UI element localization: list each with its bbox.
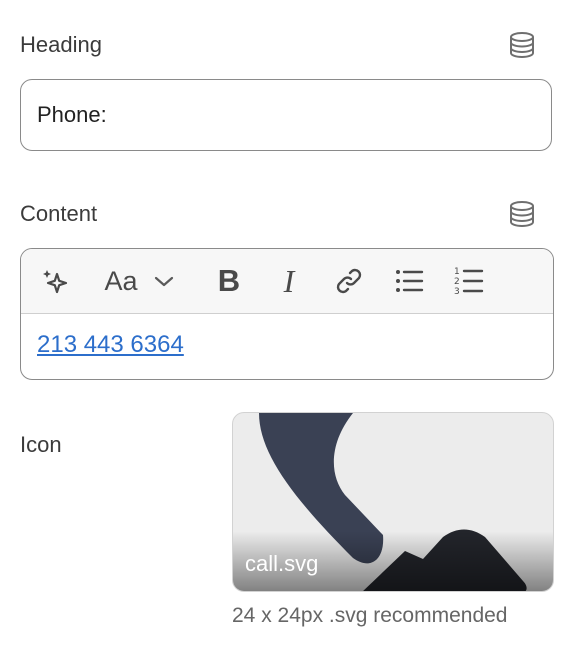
bold-button[interactable]: B — [211, 263, 247, 299]
icon-preview[interactable]: call.svg — [232, 412, 554, 592]
editor-toolbar: Aa B I 1 2 3 — [21, 249, 553, 314]
svg-text:1: 1 — [454, 267, 460, 277]
font-style-button[interactable]: Aa — [101, 263, 141, 299]
bullet-list-button[interactable] — [391, 263, 427, 299]
italic-button[interactable]: I — [271, 263, 307, 299]
icon-filename: call.svg — [245, 551, 319, 576]
link-icon — [336, 268, 362, 294]
phone-link[interactable]: 213 443 6364 — [37, 331, 184, 358]
content-label: Content — [20, 201, 98, 226]
database-icon[interactable] — [507, 30, 537, 60]
svg-text:3: 3 — [454, 287, 460, 297]
heading-input[interactable]: Phone: — [20, 79, 552, 151]
ai-sparkle-button[interactable] — [37, 263, 73, 299]
link-button[interactable] — [331, 263, 367, 299]
numbered-list-icon: 123 — [454, 267, 484, 297]
heading-input-value: Phone: — [37, 102, 107, 127]
database-icon[interactable] — [507, 199, 537, 229]
bullet-list-icon — [396, 270, 424, 292]
icon-label: Icon — [20, 432, 62, 457]
heading-label: Heading — [20, 32, 102, 57]
bold-label: B — [217, 263, 241, 298]
font-style-dropdown[interactable] — [151, 263, 177, 299]
font-style-label: Aa — [104, 265, 138, 296]
chevron-down-icon — [154, 276, 174, 287]
icon-size-hint: 24 x 24px .svg recommended — [232, 604, 508, 627]
editor-content[interactable]: 213 443 6364 — [21, 314, 553, 376]
numbered-list-button[interactable]: 123 — [451, 263, 487, 299]
rich-text-editor[interactable]: Aa B I 1 2 3 213 443 6364 — [20, 248, 554, 380]
svg-text:2: 2 — [454, 277, 460, 287]
sparkle-icon — [43, 270, 68, 294]
italic-label: I — [283, 262, 295, 299]
